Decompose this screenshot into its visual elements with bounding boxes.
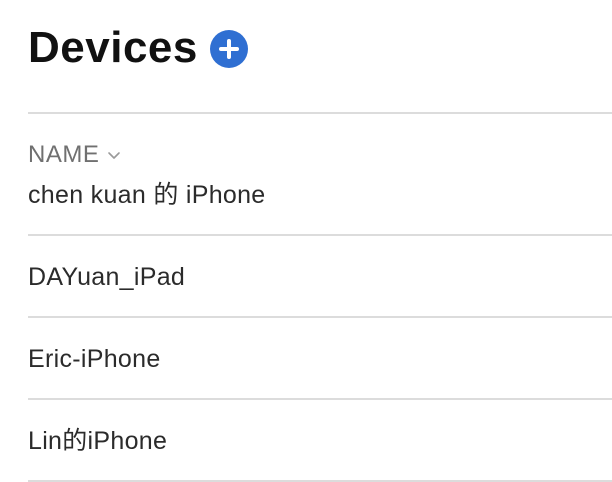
list-item[interactable]: Eric-iPhone bbox=[0, 318, 612, 400]
title-row: Devices bbox=[28, 22, 248, 74]
column-header-label: NAME bbox=[28, 141, 100, 168]
add-device-button[interactable] bbox=[209, 30, 248, 68]
page-title: Devices bbox=[28, 23, 198, 72]
device-name: Eric-iPhone bbox=[28, 345, 161, 373]
device-name: chen kuan 的 iPhone bbox=[28, 181, 266, 209]
device-name: DAYuan_iPad bbox=[28, 263, 186, 291]
device-name: Lin的iPhone bbox=[28, 427, 168, 455]
list-item[interactable]: DAYuan_iPad bbox=[0, 236, 612, 318]
device-list[interactable]: chen kuan 的 iPhone DAYuan_iPad Eric-iPho… bbox=[0, 172, 612, 482]
devices-page: Devices NAME chen kuan 的 iPhone DAYuan_i… bbox=[0, 0, 612, 482]
header-divider bbox=[28, 112, 612, 114]
chevron-down-icon bbox=[108, 152, 121, 159]
list-item[interactable]: Lin的iPhone bbox=[0, 400, 612, 482]
column-header-name[interactable]: NAME bbox=[28, 138, 121, 172]
list-item[interactable]: chen kuan 的 iPhone bbox=[0, 172, 612, 236]
